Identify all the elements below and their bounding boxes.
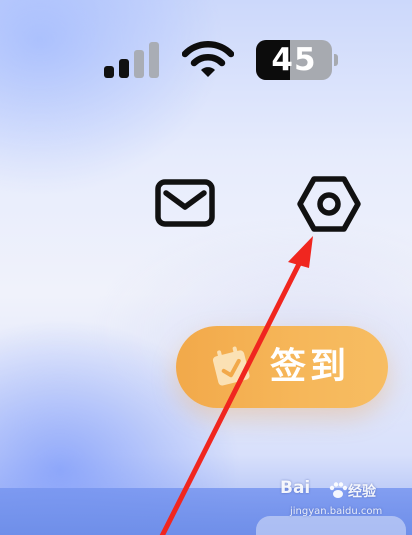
hexagon-nut-settings-icon: [297, 176, 361, 232]
envelope-icon: [155, 179, 215, 227]
messages-button[interactable]: [154, 178, 216, 228]
signal-bar: [119, 59, 129, 78]
settings-button[interactable]: [296, 174, 362, 234]
watermark-brand: Bai: [280, 478, 311, 498]
signal-bar: [134, 50, 144, 78]
battery-icon: 45: [256, 40, 332, 80]
annotation-arrow: [159, 236, 313, 535]
battery-level: 45: [271, 42, 317, 78]
watermark-suffix: 经验: [348, 484, 376, 500]
watermark-domain: jingyan.baidu.com: [290, 506, 383, 517]
calendar-check-icon: [212, 346, 250, 386]
checkin-button[interactable]: 签到: [176, 326, 388, 408]
signal-bar: [104, 66, 114, 78]
signal-bar: [149, 42, 159, 78]
baidu-jingyan-watermark: Bai 经验 jingyan.baidu.com: [280, 478, 404, 528]
wifi-icon: [182, 41, 234, 77]
paw-icon: [329, 482, 348, 498]
battery-tip: [334, 54, 338, 66]
checkin-label: 签到: [270, 346, 351, 387]
cellular-signal-icon: [104, 42, 162, 78]
